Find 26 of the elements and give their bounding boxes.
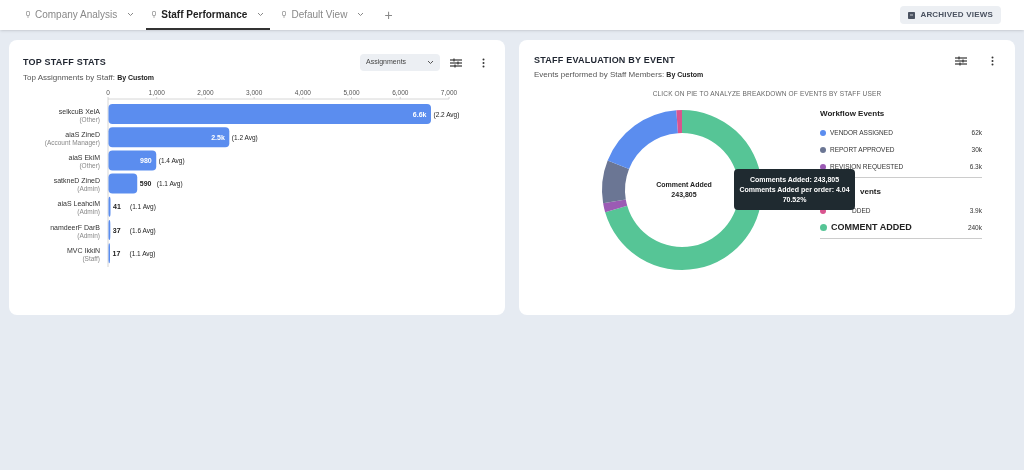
archive-icon [908, 11, 916, 19]
chevron-down-icon [427, 60, 434, 65]
filter-icon[interactable] [955, 55, 967, 66]
filter-icon[interactable] [450, 57, 462, 68]
view-tab[interactable]: Company Analysis [20, 0, 141, 30]
more-icon[interactable] [991, 55, 994, 66]
bar[interactable] [108, 150, 157, 171]
chevron-down-icon [357, 11, 365, 17]
chevron-down-icon [127, 11, 135, 17]
card-title: STAFF EVALUATION BY EVENT [534, 54, 675, 67]
bar[interactable] [108, 127, 230, 148]
archived-views-button[interactable]: ARCHIVED VIEWS [900, 6, 1001, 24]
bar[interactable] [108, 173, 138, 194]
view-tab[interactable]: Staff Performance [146, 0, 271, 30]
add-tab-button[interactable]: + [376, 0, 401, 30]
legend-group-title: Workflow Events [820, 108, 885, 121]
chevron-down-icon [257, 11, 265, 17]
pin-icon [152, 10, 157, 18]
bar[interactable] [108, 220, 111, 240]
pin-icon [26, 10, 30, 18]
legend-group-title: vents [860, 186, 881, 199]
view-tab[interactable]: Default View [276, 0, 371, 30]
more-icon[interactable] [482, 57, 485, 68]
bar[interactable] [108, 196, 111, 217]
pin-icon [282, 10, 287, 18]
card-title: TOP STAFF STATS [23, 55, 107, 69]
